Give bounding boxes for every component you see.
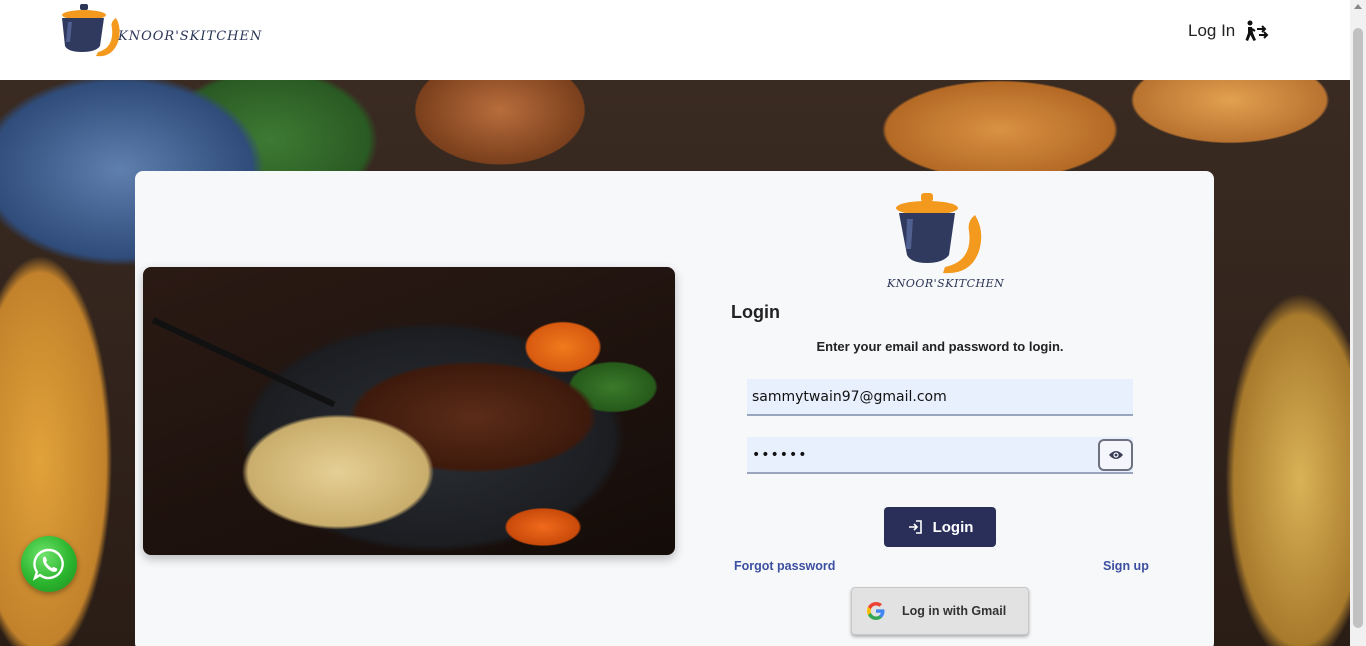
password-field[interactable] <box>747 437 1133 474</box>
top-header: KNOOR'SKITCHEN Log In <box>0 0 1350 80</box>
whatsapp-icon <box>32 548 64 581</box>
skewer-stick <box>151 317 336 408</box>
login-button[interactable]: Login <box>884 507 996 547</box>
brand-pot-icon <box>62 4 120 57</box>
sign-in-icon <box>908 520 922 534</box>
login-card: KNOOR'SKITCHEN Login Enter your email an… <box>135 171 1214 646</box>
card-brand-name: KNOOR'SKITCHEN <box>887 277 1005 290</box>
whatsapp-chat-button[interactable] <box>21 536 77 592</box>
login-subtitle: Enter your email and password to login. <box>816 339 1064 354</box>
page-scrollbar[interactable] <box>1350 0 1366 646</box>
login-title: Login <box>731 302 780 322</box>
header-login-link[interactable]: Log In <box>1188 20 1269 42</box>
kebab-food-photo <box>143 267 675 555</box>
sign-up-link[interactable]: Sign up <box>1103 559 1149 573</box>
forgot-password-link[interactable]: Forgot password <box>734 559 835 573</box>
eye-icon <box>1108 451 1123 459</box>
login-button-label: Login <box>932 518 974 536</box>
scroll-up-arrow[interactable] <box>1354 4 1362 9</box>
show-password-button[interactable] <box>1098 439 1133 471</box>
header-login-label: Log In <box>1188 21 1236 40</box>
email-field[interactable] <box>747 379 1133 416</box>
brand-logo[interactable]: KNOOR'SKITCHEN <box>56 2 261 58</box>
brand-name: KNOOR'SKITCHEN <box>118 29 263 44</box>
gmail-button-label: Log in with Gmail <box>902 604 1007 618</box>
scroll-thumb[interactable] <box>1353 28 1363 628</box>
login-with-gmail-button[interactable]: Log in with Gmail <box>851 587 1029 635</box>
google-icon <box>867 602 885 620</box>
person-walking-arrow-icon <box>1245 20 1269 41</box>
